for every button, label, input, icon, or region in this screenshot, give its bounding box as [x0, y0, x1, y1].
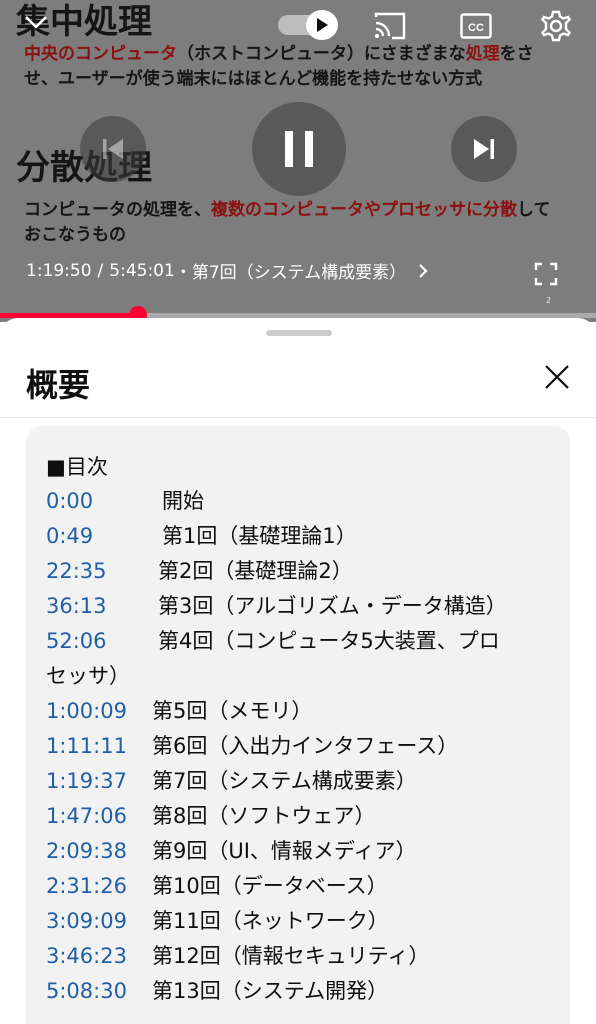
toc-label-continuation: セッサ） — [46, 664, 130, 688]
toc-item: 36:13 第3回（アルゴリズム・データ構造） — [46, 589, 550, 624]
minimize-button[interactable] — [16, 2, 56, 42]
toc-item: 52:06 第4回（コンピュータ5大装置、プロ — [46, 624, 550, 659]
slide-highlight: 中央のコンピュータ — [24, 44, 177, 64]
toc-item: 0:00 開始 — [46, 484, 550, 519]
toc-item: 1:19:37 第7回（システム構成要素） — [46, 764, 550, 799]
toc-label: 第7回（システム構成要素） — [152, 769, 417, 793]
toc-label: 第1回（基礎理論1） — [162, 524, 357, 548]
toc-label: 第4回（コンピュータ5大装置、プロ — [158, 629, 500, 653]
settings-button[interactable] — [536, 6, 576, 46]
toc-timestamp-link[interactable]: 0:00 — [46, 484, 162, 519]
toc-timestamp-link[interactable]: 3:09:09 — [46, 904, 152, 939]
toc-item-continuation: セッサ） — [46, 659, 550, 694]
pause-button[interactable] — [252, 102, 346, 196]
divider — [0, 417, 596, 418]
toc-item: 1:47:06 第8回（ソフトウェア） — [46, 799, 550, 834]
current-time: 1:19:50 — [26, 260, 92, 281]
slide-highlight: 複数のコンピュータやプロセッサに分散 — [211, 200, 517, 220]
description-sheet: 概要 ■目次 0:00 開始 0:49 第1回（基礎理論1） 22:35 第2回（基礎理論… — [0, 318, 596, 1024]
toc-label: 第6回（入出力インタフェース） — [152, 734, 459, 758]
toc-list: 0:00 開始 0:49 第1回（基礎理論1） 22:35 第2回（基礎理論2） 36:13… — [46, 484, 550, 1009]
cast-button[interactable] — [370, 6, 410, 46]
toc-item: 2:09:38 第9回（UI、情報メディア） — [46, 834, 550, 869]
cc-icon: CC — [460, 13, 492, 39]
slide-span: コンピュータの処理を、 — [24, 200, 211, 220]
toc-item: 2:31:26 第10回（データベース） — [46, 869, 550, 904]
toc-timestamp-link[interactable]: 1:19:37 — [46, 764, 152, 799]
captions-button[interactable]: CC — [456, 6, 496, 46]
skip-previous-icon — [103, 139, 123, 159]
slide-text-distributed: コンピュータの処理を、複数のコンピュータやプロセッサに分散しておこなうもの — [24, 198, 564, 248]
play-icon — [317, 18, 328, 32]
toc-item: 3:46:23 第12回（情報セキュリティ） — [46, 939, 550, 974]
toc-label: 第13回（システム開発） — [152, 979, 389, 1003]
toc-item: 0:49 第1回（基礎理論1） — [46, 519, 550, 554]
description-card: ■目次 0:00 開始 0:49 第1回（基礎理論1） 22:35 第2回（基礎理論2） 3… — [26, 426, 570, 1024]
toc-timestamp-link[interactable]: 1:11:11 — [46, 729, 152, 764]
cast-icon — [374, 12, 406, 40]
toc-timestamp-link[interactable]: 36:13 — [46, 589, 158, 624]
toc-label: 第2回（基礎理論2） — [158, 559, 353, 583]
toc-item: 1:00:09 第5回（メモリ） — [46, 694, 550, 729]
next-button[interactable] — [451, 116, 517, 182]
chevron-down-icon — [25, 16, 47, 29]
autoplay-knob — [306, 10, 338, 40]
tiny-label: 2 — [546, 296, 552, 305]
toc-timestamp-link[interactable]: 1:00:09 — [46, 694, 152, 729]
toc-label: 第9回（UI、情報メディア） — [152, 839, 417, 863]
skip-next-icon — [474, 139, 494, 159]
fullscreen-button[interactable] — [534, 262, 558, 286]
toc-timestamp-link[interactable]: 2:09:38 — [46, 834, 152, 869]
toc-timestamp-link[interactable]: 5:08:30 — [46, 974, 152, 1009]
toc-item: 22:35 第2回（基礎理論2） — [46, 554, 550, 589]
toc-label: 第3回（アルゴリズム・データ構造） — [158, 594, 507, 618]
toc-timestamp-link[interactable]: 52:06 — [46, 624, 158, 659]
fullscreen-icon — [534, 262, 558, 286]
close-button[interactable] — [540, 360, 574, 394]
previous-button[interactable] — [80, 116, 146, 182]
toc-label: 第8回（ソフトウェア） — [152, 804, 376, 828]
sheet-title: 概要 — [26, 366, 91, 404]
toc-item: 5:08:30 第13回（システム開発） — [46, 974, 550, 1009]
duration: 5:45:01 — [109, 260, 175, 281]
autoplay-toggle[interactable] — [278, 10, 340, 40]
video-player[interactable]: 集中処理 中央のコンピュータ（ホストコンピュータ）にさまざまな処理をさせ、ユーザ… — [0, 0, 596, 322]
slide-span: （ホストコンピュータ）にさまざまな — [177, 44, 466, 64]
toc-label: 第5回（メモリ） — [152, 699, 313, 723]
toc-timestamp-link[interactable]: 2:31:26 — [46, 869, 152, 904]
chapter-title: ・第7回（システム構成要素） — [174, 263, 407, 283]
toc-label: 第10回（データベース） — [152, 874, 388, 898]
slide-highlight: 処理 — [465, 44, 500, 64]
chevron-right-icon — [419, 263, 428, 278]
slide-text-centralized: 中央のコンピュータ（ホストコンピュータ）にさまざまな処理をさせ、ユーザーが使う端… — [24, 42, 564, 92]
toc-heading: ■目次 — [46, 455, 108, 479]
time-chapter-row[interactable]: 1:19:50 / 5:45:01 ・第7回（システム構成要素） — [26, 258, 428, 283]
toc-label: 第11回（ネットワーク） — [152, 909, 389, 933]
drag-handle[interactable] — [266, 330, 332, 336]
close-icon — [545, 365, 569, 389]
toc-timestamp-link[interactable]: 3:46:23 — [46, 939, 152, 974]
pause-icon — [285, 131, 313, 167]
gear-icon — [540, 10, 572, 42]
toc-item: 3:09:09 第11回（ネットワーク） — [46, 904, 550, 939]
toc-label: 第12回（情報セキュリティ） — [152, 944, 430, 968]
time-separator: / — [97, 260, 104, 281]
toc-item: 1:11:11 第6回（入出力インタフェース） — [46, 729, 550, 764]
toc-timestamp-link[interactable]: 0:49 — [46, 519, 162, 554]
toc-label: 開始 — [162, 489, 204, 513]
svg-text:CC: CC — [468, 22, 484, 34]
toc-timestamp-link[interactable]: 22:35 — [46, 554, 158, 589]
toc-timestamp-link[interactable]: 1:47:06 — [46, 799, 152, 834]
